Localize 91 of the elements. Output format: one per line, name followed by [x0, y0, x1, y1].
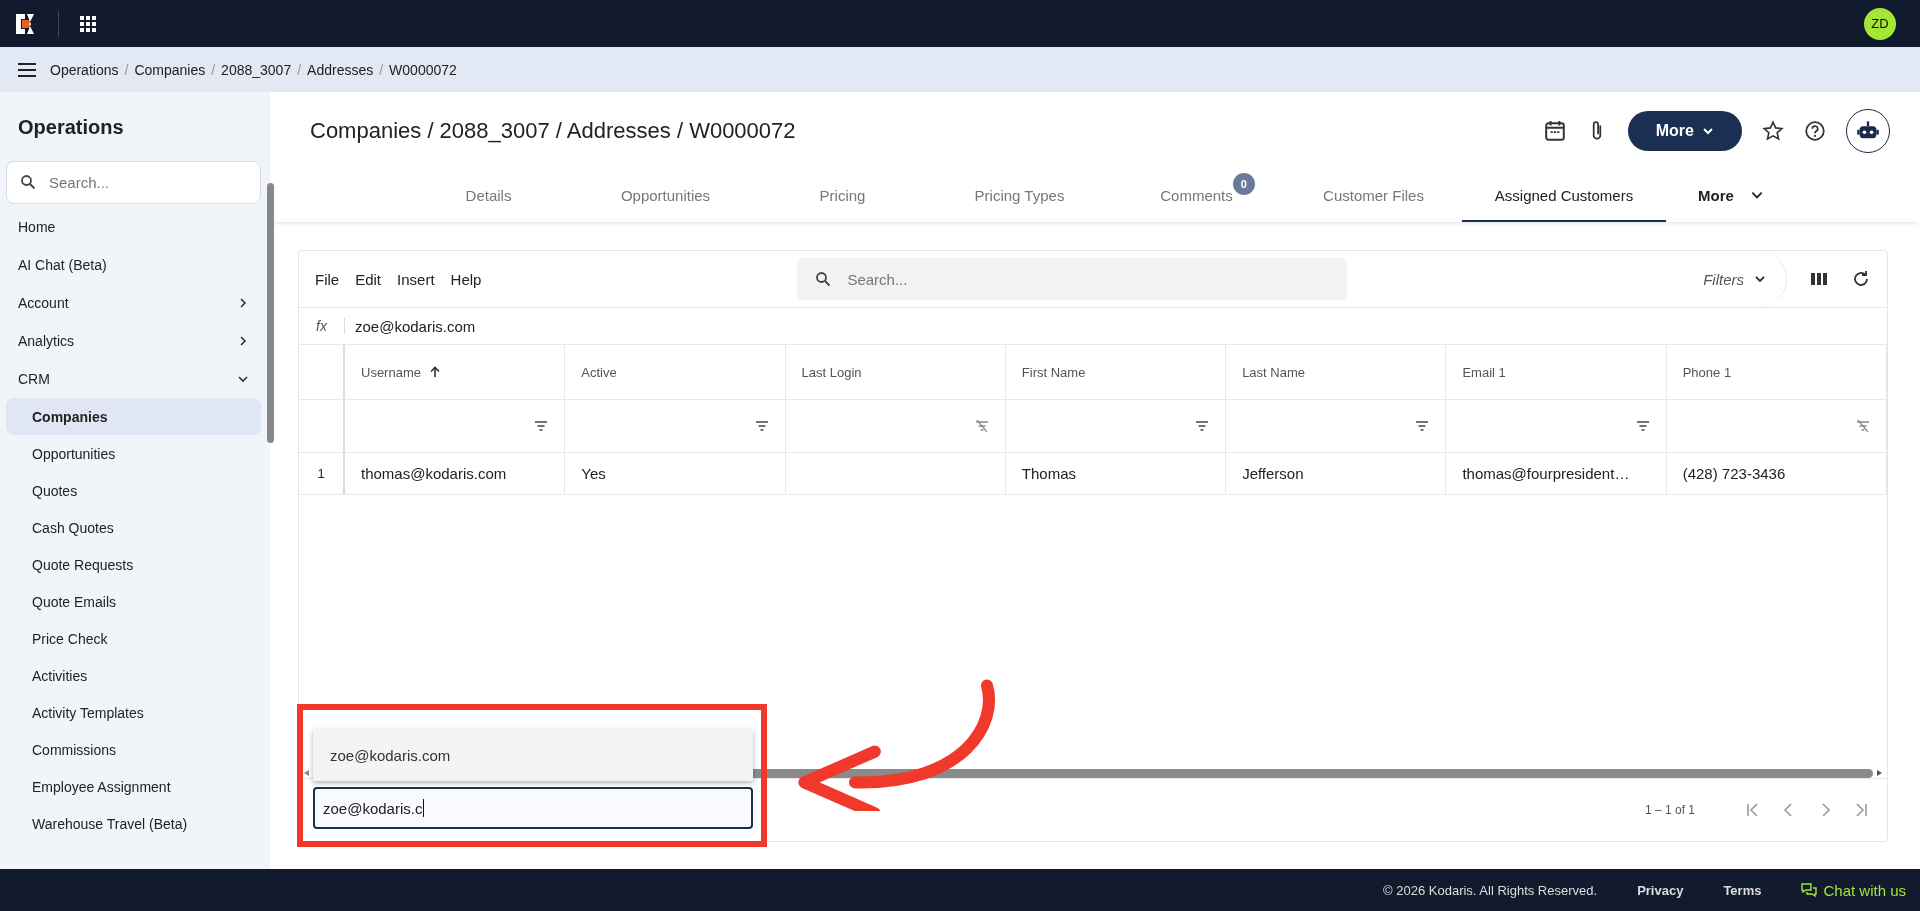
tab[interactable]: Details — [400, 170, 577, 222]
page-title: Companies / 2088_3007 / Addresses / W0000072 — [310, 118, 796, 144]
cell-editor-field[interactable]: zoe@kodaris.c — [313, 787, 753, 829]
apps-grid-icon[interactable] — [79, 14, 97, 33]
search-icon — [20, 174, 36, 190]
sidebar-item[interactable]: CRM — [6, 360, 261, 398]
sidebar-subitem[interactable]: Quote Requests — [6, 546, 261, 583]
copyright-text: © 2026 Kodaris. All Rights Reserved. — [1383, 882, 1598, 898]
breadcrumb-link[interactable]: Companies — [134, 61, 206, 78]
table-cell: Jefferson — [1242, 465, 1304, 482]
sidebar-subitem[interactable]: Commissions — [6, 731, 261, 768]
count-badge: 0 — [1232, 172, 1255, 195]
chat-link[interactable]: Chat with us — [1801, 881, 1906, 899]
table-cell: thomas@fourpresident… — [1462, 465, 1630, 482]
sidebar-item[interactable]: AI Chat (Beta) — [6, 246, 261, 284]
sidebar-item[interactable]: Account — [6, 284, 261, 322]
breadcrumb-link[interactable]: 2088_3007 — [221, 61, 292, 78]
table-cell: (428) 723-3436 — [1682, 465, 1786, 482]
column-header[interactable]: Phone 1 — [1666, 345, 1887, 399]
star-icon[interactable] — [1762, 120, 1784, 142]
column-header[interactable]: First Name — [1005, 345, 1227, 399]
chevron-down-icon — [1754, 273, 1766, 285]
menu-item[interactable]: Help — [450, 270, 482, 288]
tab[interactable]: More — [1666, 170, 1796, 222]
sidebar-search-field[interactable]: Search... — [6, 161, 261, 204]
help-icon[interactable] — [1804, 120, 1826, 142]
tab[interactable]: Opportunities — [577, 170, 754, 222]
scroll-left-icon[interactable] — [303, 769, 311, 777]
more-button[interactable]: More — [1627, 111, 1742, 151]
footer-link[interactable]: Terms — [1723, 882, 1762, 898]
search-icon — [815, 271, 832, 287]
scroll-right-icon[interactable] — [1875, 769, 1883, 777]
filter-icon[interactable] — [1415, 420, 1430, 432]
column-header[interactable]: Active — [565, 345, 786, 399]
formula-value[interactable]: zoe@kodaris.com — [345, 317, 476, 335]
calendar-icon[interactable] — [1543, 120, 1566, 142]
sidebar-subitem[interactable]: Companies — [6, 398, 261, 435]
sidebar-subitem[interactable]: Quote Emails — [6, 583, 261, 620]
column-header[interactable]: Last Name — [1226, 345, 1447, 399]
menu-item[interactable]: File — [315, 270, 340, 288]
breadcrumb-separator: / — [124, 61, 129, 78]
table-cell: Yes — [581, 465, 606, 482]
filters-button[interactable]: Filters — [1697, 251, 1787, 307]
filter-icon[interactable] — [1195, 420, 1210, 432]
refresh-icon[interactable] — [1851, 269, 1871, 289]
sidebar-subitem[interactable]: Price Check — [6, 620, 261, 657]
sidebar-subitem[interactable]: Activity Templates — [6, 694, 261, 731]
filter-off-icon[interactable] — [974, 420, 989, 432]
tab[interactable]: Customer Files — [1285, 170, 1462, 222]
sidebar-subitem[interactable]: Opportunities — [6, 435, 261, 472]
column-header[interactable]: Email 1 — [1446, 345, 1667, 399]
grid-search-field[interactable]: Search... — [797, 258, 1348, 300]
breadcrumb-separator: / — [379, 61, 384, 78]
pagination-range: 1 – 1 of 1 — [1644, 803, 1695, 817]
filter-icon[interactable] — [754, 420, 769, 432]
breadcrumb-link[interactable]: Addresses — [307, 61, 374, 78]
breadcrumb-link[interactable]: W0000072 — [389, 61, 457, 78]
autocomplete-menu[interactable]: zoe@kodaris.com — [313, 729, 753, 781]
filter-icon[interactable] — [534, 420, 549, 432]
footer-link[interactable]: Privacy — [1637, 882, 1684, 898]
tab[interactable]: Pricing Types — [931, 170, 1108, 222]
sidebar-subitem[interactable]: Cash Quotes — [6, 509, 261, 546]
column-header[interactable]: Last Login — [785, 345, 1006, 399]
chevron-down-icon — [1702, 125, 1714, 137]
column-header[interactable]: Username — [345, 345, 566, 399]
last-page-icon[interactable] — [1853, 802, 1869, 818]
user-avatar[interactable]: ZD — [1864, 7, 1896, 40]
tab[interactable]: Assigned Customers — [1462, 170, 1666, 222]
tab[interactable]: Pricing — [754, 170, 931, 222]
sidebar-item[interactable]: Analytics — [6, 322, 261, 360]
sidebar-item[interactable]: Home — [6, 208, 261, 246]
sidebar-subitem[interactable]: Employee Assignment — [6, 768, 261, 805]
menu-icon[interactable] — [18, 62, 36, 77]
tab[interactable]: Comments 0 — [1108, 170, 1285, 222]
filter-icon[interactable] — [1635, 420, 1650, 432]
menu-item[interactable]: Insert — [397, 270, 435, 288]
sidebar-subitem[interactable]: Activities — [6, 657, 261, 694]
breadcrumb-separator: / — [297, 61, 302, 78]
chat-icon — [1801, 882, 1818, 898]
sidebar-subitem[interactable]: Quotes — [6, 472, 261, 509]
formula-label: fx — [299, 318, 345, 334]
table-cell: Thomas — [1021, 465, 1077, 482]
sidebar-subitem[interactable]: Warehouse Travel (Beta) — [6, 805, 261, 842]
menu-item[interactable]: Edit — [355, 270, 382, 288]
first-page-icon[interactable] — [1745, 802, 1761, 818]
breadcrumb-separator: / — [211, 61, 216, 78]
table-cell: thomas@kodaris.com — [361, 465, 507, 482]
breadcrumb-link[interactable]: Operations — [50, 61, 119, 78]
row-number: 1 — [299, 453, 345, 494]
sidebar-title: Operations — [17, 115, 125, 140]
filter-off-icon[interactable] — [1855, 420, 1870, 432]
